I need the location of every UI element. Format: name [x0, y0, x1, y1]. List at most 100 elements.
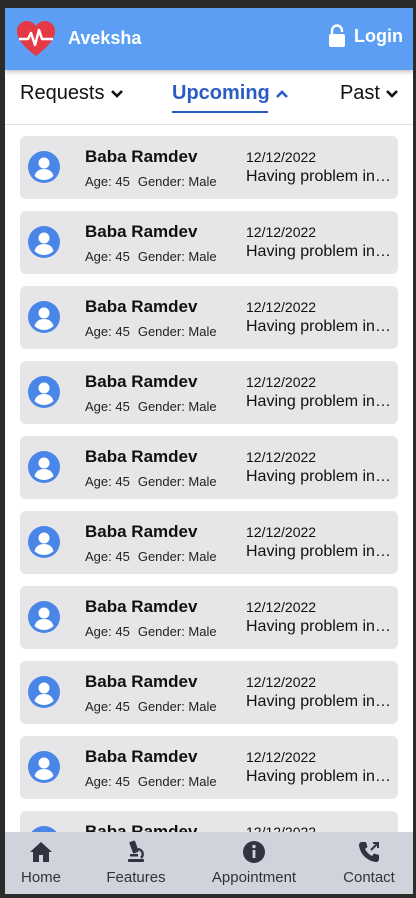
patient-age: Age: 45	[85, 249, 130, 264]
appointment-date: 12/12/2022	[246, 599, 317, 615]
patient-age: Age: 45	[85, 399, 130, 414]
appointment-card[interactable]: Baba Ramdev Age: 45 Gender: Male 12/12/2022…	[20, 511, 398, 574]
appointment-card[interactable]: Baba Ramdev Age: 45 Gender: Male 12/12/2022…	[20, 586, 398, 649]
appointment-description: Having problem in ...	[246, 768, 392, 785]
tab-requests[interactable]: Requests	[20, 82, 124, 105]
user-avatar-icon	[28, 676, 60, 708]
patient-name: Baba Ramdev	[85, 297, 198, 316]
patient-name: Baba Ramdev	[85, 222, 198, 241]
patient-gender: Gender: Male	[137, 624, 217, 639]
chevron-down-icon	[386, 89, 398, 98]
appointment-date: 12/12/2022	[246, 224, 317, 240]
appointment-date: 12/12/2022	[246, 149, 317, 165]
appointment-card[interactable]: Baba RamdevAge: 45Gender: Male12/12/2022…	[20, 811, 398, 834]
user-avatar-icon	[28, 376, 60, 408]
login-button[interactable]: Login	[328, 24, 403, 48]
login-label: Login	[354, 25, 403, 46]
tab-past[interactable]: Past	[340, 82, 399, 105]
patient-meta: Age: 45 Gender: Male	[85, 399, 217, 414]
patient-gender: Gender: Male	[137, 474, 217, 489]
app-bar: Aveksha Login	[5, 8, 413, 70]
nav-features[interactable]: Features	[105, 840, 167, 886]
nav-home[interactable]: Home	[20, 840, 62, 886]
patient-name: Baba Ramdev	[85, 147, 198, 166]
appointment-date: 12/12/2022	[246, 524, 317, 540]
appointment-card[interactable]: Baba Ramdev Age: 45 Gender: Male 12/12/2022…	[20, 361, 398, 424]
appointment-card[interactable]: Baba Ramdev Age: 45 Gender: Male 12/12/2022…	[20, 211, 398, 274]
nav-appointment[interactable]: Appointment	[208, 840, 300, 886]
patient-gender: Gender: Male	[137, 399, 217, 414]
home-icon	[30, 842, 52, 862]
patient-meta: Age: 45 Gender: Male	[85, 174, 217, 189]
patient-age: Age: 45	[85, 324, 130, 339]
patient-gender: Gender: Male	[137, 699, 217, 714]
nav-contact-label: Contact	[343, 869, 395, 886]
user-avatar-icon	[28, 451, 60, 483]
nav-home-label: Home	[20, 869, 61, 886]
appointment-list[interactable]: Baba Ramdev Age: 45 Gender: Male 12/12/2022…	[20, 136, 398, 834]
nav-features-label: Features	[106, 869, 166, 886]
appointment-date: 12/12/2022	[246, 749, 317, 765]
patient-name: Baba Ramdev	[85, 372, 198, 391]
patient-gender: Gender: Male	[137, 249, 217, 264]
patient-age: Age: 45	[85, 549, 130, 564]
patient-age: Age: 45	[85, 474, 130, 489]
patient-meta: Age: 45 Gender: Male	[85, 774, 217, 789]
patient-meta: Age: 45 Gender: Male	[85, 249, 217, 264]
patient-name: Baba Ramdev	[85, 522, 198, 541]
appointment-description: Having problem in ...	[246, 168, 392, 185]
patient-gender: Gender: Male	[137, 549, 217, 564]
active-tab-indicator	[172, 111, 268, 113]
patient-meta: Age: 45 Gender: Male	[85, 624, 217, 639]
tab-upcoming[interactable]: Upcoming	[172, 82, 289, 113]
patient-age: Age: 45	[85, 174, 130, 189]
app-title: Aveksha	[68, 28, 142, 48]
user-avatar-icon	[28, 226, 60, 258]
patient-meta: Age: 45 Gender: Male	[85, 699, 217, 714]
chevron-down-icon	[110, 89, 123, 98]
appointment-description: Having problem in ...	[246, 243, 392, 260]
info-icon	[243, 841, 265, 863]
appointment-date: 12/12/2022	[246, 299, 317, 315]
patient-name: Baba Ramdev	[85, 747, 198, 766]
bottom-nav: Home Features Appointment Contact	[5, 832, 413, 894]
appointment-date: 12/12/2022	[246, 449, 317, 465]
appointment-description: Having problem in ...	[246, 393, 392, 410]
phone-screen: Aveksha Login Requests Upcoming Past Bab…	[5, 8, 413, 894]
user-avatar-icon	[28, 601, 60, 633]
appointment-description: Having problem in ...	[246, 618, 392, 635]
appointment-description: Having problem in ...	[246, 318, 392, 335]
appointment-card[interactable]: Baba Ramdev Age: 45 Gender: Male 12/12/2022…	[20, 136, 398, 199]
nav-contact[interactable]: Contact	[341, 840, 397, 886]
user-avatar-icon	[28, 151, 60, 183]
tab-bar: Requests Upcoming Past	[5, 70, 413, 125]
appointment-card[interactable]: Baba Ramdev Age: 45Gender: Male 12/12/2022…	[20, 661, 398, 724]
appointment-date: 12/12/2022	[246, 674, 317, 690]
tab-upcoming-label: Upcoming	[172, 82, 270, 104]
appointment-card[interactable]: Baba Ramdev Age: 45 Gender: Male 12/12/2022…	[20, 736, 398, 799]
patient-gender: Gender: Male	[137, 774, 217, 789]
patient-age: Age: 45	[85, 774, 130, 789]
patient-gender: Gender: Male	[137, 174, 217, 189]
phone-icon	[359, 842, 379, 862]
chevron-up-icon	[275, 89, 288, 98]
appointment-description: Having problem in ...	[246, 468, 392, 485]
user-avatar-icon	[28, 751, 60, 783]
patient-name: Baba Ramdev	[85, 447, 198, 466]
appointment-description: Having problem in ...	[246, 543, 392, 560]
patient-name: Baba Ramdev	[85, 672, 198, 691]
patient-age: Age: 45	[85, 624, 130, 639]
patient-gender: Gender: Male	[137, 324, 217, 339]
appointment-date: 12/12/2022	[246, 374, 317, 390]
patient-meta: Age: 45 Gender: Male	[85, 324, 217, 339]
patient-meta: Age: 45 Gender: Male	[85, 474, 217, 489]
patient-name: Baba Ramdev	[85, 597, 198, 616]
heart-pulse-icon	[17, 21, 55, 56]
user-avatar-icon	[28, 301, 60, 333]
user-avatar-icon	[28, 526, 60, 558]
appointment-card[interactable]: Baba Ramdev Age: 45 Gender: Male 12/12/2022…	[20, 436, 398, 499]
tab-past-label: Past	[339, 82, 380, 104]
lock-icon	[329, 24, 346, 47]
appointment-card[interactable]: Baba Ramdev Age: 45 Gender: Male 12/12/2022…	[20, 286, 398, 349]
patient-meta: Age: 45 Gender: Male	[85, 549, 217, 564]
